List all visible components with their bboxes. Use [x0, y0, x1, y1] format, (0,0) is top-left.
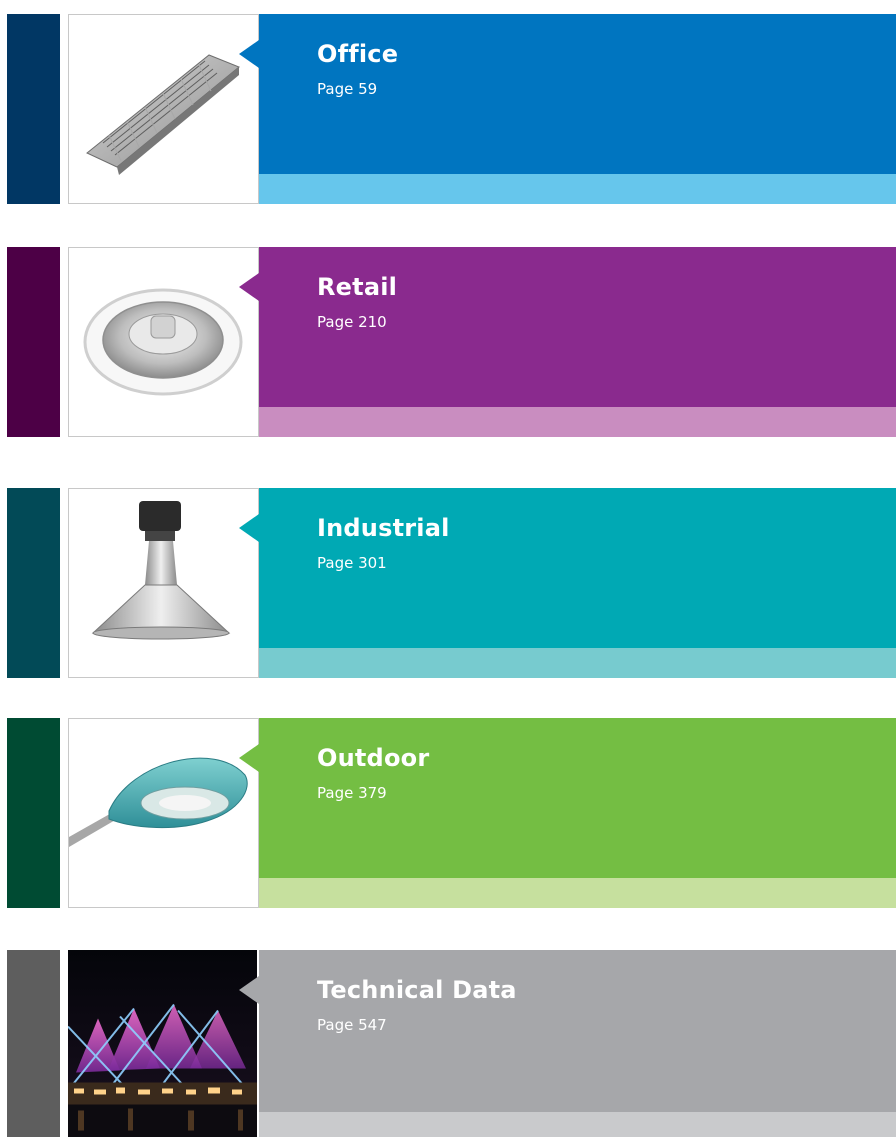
outdoor-panel[interactable]: Outdoor Page 379: [239, 718, 896, 908]
technical-data-panel[interactable]: Technical Data Page 547: [239, 950, 896, 1137]
page-reference: Page 210: [317, 313, 387, 331]
accent-strip: [259, 648, 896, 678]
edge-bar: [7, 950, 60, 1137]
street-light-image: [68, 718, 259, 908]
page-reference: Page 547: [317, 1016, 387, 1034]
section-office: Office Page 59: [0, 14, 896, 204]
highbay-luminaire-image: [68, 488, 259, 678]
edge-bar: [7, 488, 60, 678]
pointer-notch: [239, 40, 259, 68]
page-reference: Page 301: [317, 554, 387, 572]
edge-bar: [7, 14, 60, 204]
page-reference: Page 59: [317, 80, 378, 98]
page-reference: Page 379: [317, 784, 387, 802]
section-retail: Retail Page 210: [0, 247, 896, 437]
pointer-notch: [239, 514, 259, 542]
office-panel[interactable]: Office Page 59: [239, 14, 896, 204]
pointer-notch: [239, 744, 259, 772]
accent-strip: [259, 174, 896, 204]
accent-strip: [259, 407, 896, 437]
section-title: Retail: [317, 273, 398, 301]
section-technical-data: Technical Data Page 547: [0, 950, 896, 1137]
downlight-image: [68, 247, 259, 437]
section-title: Industrial: [317, 514, 450, 542]
edge-bar: [7, 247, 60, 437]
section-title: Technical Data: [317, 976, 517, 1004]
industrial-panel[interactable]: Industrial Page 301: [239, 488, 896, 678]
pointer-notch: [239, 976, 259, 1004]
retail-panel[interactable]: Retail Page 210: [239, 247, 896, 437]
section-title: Outdoor: [317, 744, 430, 772]
accent-strip: [259, 1112, 896, 1137]
office-luminaire-image: [68, 14, 259, 204]
edge-bar: [7, 718, 60, 908]
stadium-night-image: [68, 950, 257, 1137]
section-outdoor: Outdoor Page 379: [0, 718, 896, 908]
accent-strip: [259, 878, 896, 908]
pointer-notch: [239, 273, 259, 301]
section-title: Office: [317, 40, 399, 68]
section-industrial: Industrial Page 301: [0, 488, 896, 678]
